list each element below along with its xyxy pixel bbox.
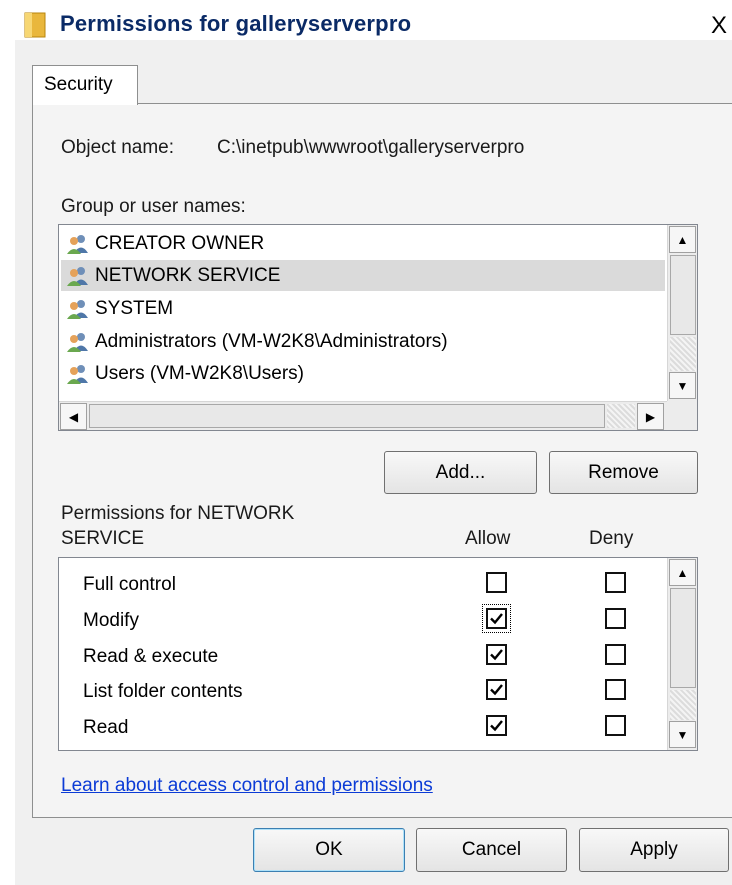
user-group-icon: [67, 332, 88, 352]
permission-row-read: Read: [59, 710, 665, 746]
group-names-label: Group or user names:: [61, 196, 246, 217]
list-item[interactable]: Users (VM-W2K8\Users): [65, 358, 304, 389]
group-list-horizontal-scrollbar[interactable]: ◀ ▶: [59, 401, 667, 430]
close-button[interactable]: X: [706, 14, 732, 40]
scroll-down-icon[interactable]: ▼: [669, 372, 696, 399]
deny-checkbox[interactable]: [605, 679, 626, 700]
checkmark-icon: [490, 720, 503, 732]
checkmark-icon: [490, 613, 503, 625]
scroll-up-icon[interactable]: ▲: [669, 226, 696, 253]
access-control-help-link[interactable]: Learn about access control and permissio…: [61, 775, 433, 797]
permission-name: List folder contents: [83, 681, 243, 702]
scroll-track: [670, 690, 696, 720]
permission-row-read-execute: Read & execute: [59, 639, 665, 675]
tab-security[interactable]: Security: [32, 65, 138, 105]
permissions-listbox[interactable]: Full control Modify Read & execute List …: [58, 557, 698, 751]
scroll-track: [670, 337, 696, 371]
permission-row-full-control: Full control: [59, 567, 665, 603]
horizontal-scroll-thumb[interactable]: [89, 404, 605, 428]
scroll-right-icon[interactable]: ▶: [637, 403, 664, 430]
object-name-label: Object name:: [61, 137, 174, 158]
apply-button[interactable]: Apply: [579, 828, 729, 872]
group-list-vertical-scrollbar[interactable]: ▲ ▼: [667, 225, 697, 401]
cancel-button[interactable]: Cancel: [416, 828, 567, 872]
permission-name: Full control: [83, 574, 176, 595]
user-group-icon: [67, 234, 88, 254]
allow-checkbox[interactable]: [482, 604, 511, 633]
list-item-label: Administrators (VM-W2K8\Administrators): [95, 330, 448, 352]
permission-name: Modify: [83, 610, 139, 631]
vertical-scroll-thumb[interactable]: [670, 255, 696, 335]
scroll-corner: [667, 401, 697, 430]
list-item[interactable]: NETWORK SERVICE: [61, 260, 665, 291]
group-user-listbox[interactable]: CREATOR OWNER NETWORK SERVICE SYSTEM Adm…: [58, 224, 698, 431]
scroll-down-icon[interactable]: ▼: [669, 721, 696, 748]
allow-column-header: Allow: [465, 528, 511, 549]
list-item-label: CREATOR OWNER: [95, 232, 265, 254]
allow-checkbox[interactable]: [486, 679, 507, 700]
scroll-track: [607, 404, 635, 428]
checkmark-icon: [490, 649, 503, 661]
add-button[interactable]: Add...: [384, 451, 537, 494]
permission-row-modify: Modify: [59, 603, 665, 639]
list-item[interactable]: Administrators (VM-W2K8\Administrators): [65, 326, 448, 357]
deny-column-header: Deny: [589, 528, 634, 549]
permission-name: Read: [83, 717, 129, 738]
scroll-left-icon[interactable]: ◀: [60, 403, 87, 430]
allow-checkbox[interactable]: [486, 715, 507, 736]
user-group-icon: [67, 266, 88, 286]
list-item[interactable]: CREATOR OWNER: [65, 228, 264, 259]
checkmark-icon: [490, 684, 503, 696]
folder-icon: [24, 12, 46, 38]
scroll-up-icon[interactable]: ▲: [669, 559, 696, 586]
deny-checkbox[interactable]: [605, 715, 626, 736]
deny-checkbox[interactable]: [605, 572, 626, 593]
list-item[interactable]: SYSTEM: [65, 293, 173, 324]
list-item-label: SYSTEM: [95, 297, 174, 319]
user-group-icon: [67, 299, 88, 319]
deny-checkbox[interactable]: [605, 608, 626, 629]
permissions-vertical-scrollbar[interactable]: ▲ ▼: [667, 558, 697, 750]
list-item-label: NETWORK SERVICE: [95, 264, 281, 286]
permissions-title-line1: Permissions for NETWORK: [61, 503, 295, 524]
permission-row-list-folder-contents: List folder contents: [59, 674, 665, 710]
object-name-value: C:\inetpub\wwwroot\galleryserverpro: [217, 137, 525, 158]
allow-checkbox[interactable]: [486, 572, 507, 593]
list-item-label: Users (VM-W2K8\Users): [95, 362, 305, 384]
allow-checkbox[interactable]: [486, 644, 507, 665]
remove-button[interactable]: Remove: [549, 451, 698, 494]
deny-checkbox[interactable]: [605, 644, 626, 665]
ok-button[interactable]: OK: [253, 828, 405, 872]
window-title: Permissions for galleryserverpro: [60, 11, 412, 36]
tab-security-label: Security: [44, 74, 113, 95]
vertical-scroll-thumb[interactable]: [670, 588, 696, 688]
permission-name: Read & execute: [83, 646, 219, 667]
permissions-title-line2: SERVICE: [61, 528, 145, 549]
user-group-icon: [67, 364, 88, 384]
